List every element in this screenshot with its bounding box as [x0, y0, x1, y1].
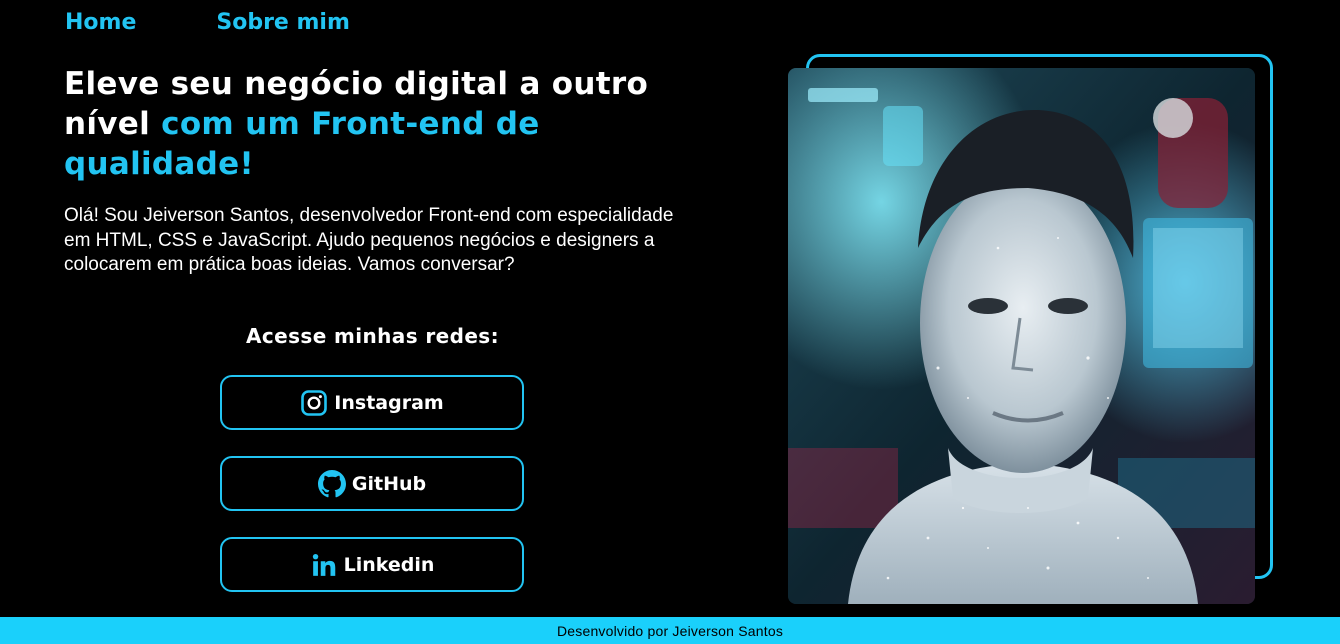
github-button[interactable]: GitHub: [220, 456, 524, 511]
instagram-button[interactable]: Instagram: [220, 375, 524, 430]
instagram-label: Instagram: [334, 391, 444, 414]
instagram-icon: [300, 389, 328, 417]
footer: Desenvolvido por Jeiverson Santos: [0, 617, 1340, 644]
social-title: Acesse minhas redes:: [246, 324, 499, 348]
github-icon: [317, 469, 346, 498]
nav-home-link[interactable]: Home: [65, 10, 136, 35]
hero-headline: Eleve seu negócio digital a outro nível …: [64, 64, 684, 184]
linkedin-button[interactable]: Linkedin: [220, 537, 524, 592]
linkedin-icon: [310, 551, 338, 579]
profile-photo: [788, 68, 1255, 604]
intro-text: Olá! Sou Jeiverson Santos, desenvolvedor…: [64, 205, 674, 275]
footer-text: Desenvolvido por Jeiverson Santos: [556, 623, 784, 639]
nav-about-link[interactable]: Sobre mim: [216, 10, 350, 35]
top-nav: Home Sobre mim: [65, 10, 350, 35]
linkedin-label: Linkedin: [343, 553, 435, 576]
github-label: GitHub: [351, 472, 427, 495]
